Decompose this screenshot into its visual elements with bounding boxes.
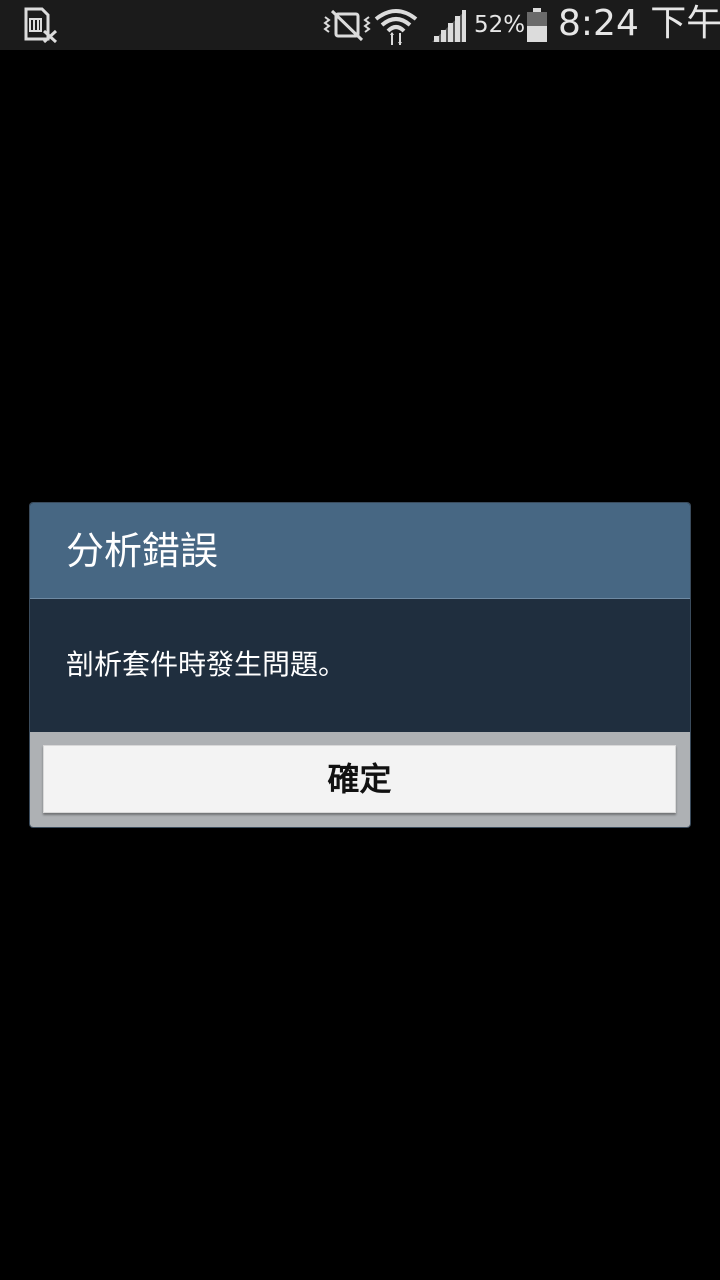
status-clock: 8:24 下午 [558,3,720,44]
signal-bars-icon [432,10,466,42]
battery-icon [527,8,547,42]
vibrate-mode-icon [323,9,371,42]
battery-percent: 52% [474,12,526,38]
dialog-message: 剖析套件時發生問題。 [66,648,347,681]
dialog-body: 剖析套件時發生問題。 [30,599,690,732]
error-dialog: 分析錯誤 剖析套件時發生問題。 確定 [30,503,690,827]
status-bar: 52% 8:24 下午 [0,0,720,50]
sim-no-card-icon [24,7,58,43]
dialog-header: 分析錯誤 [30,503,690,599]
ok-button-label: 確定 [327,760,392,798]
wifi-icon [374,9,418,45]
dialog-footer: 確定 [30,732,690,827]
dialog-title: 分析錯誤 [66,529,219,573]
ok-button[interactable]: 確定 [43,745,676,813]
screen: 52% 8:24 下午 分析錯誤 剖析套件時發生問題。 確定 [0,0,720,1280]
